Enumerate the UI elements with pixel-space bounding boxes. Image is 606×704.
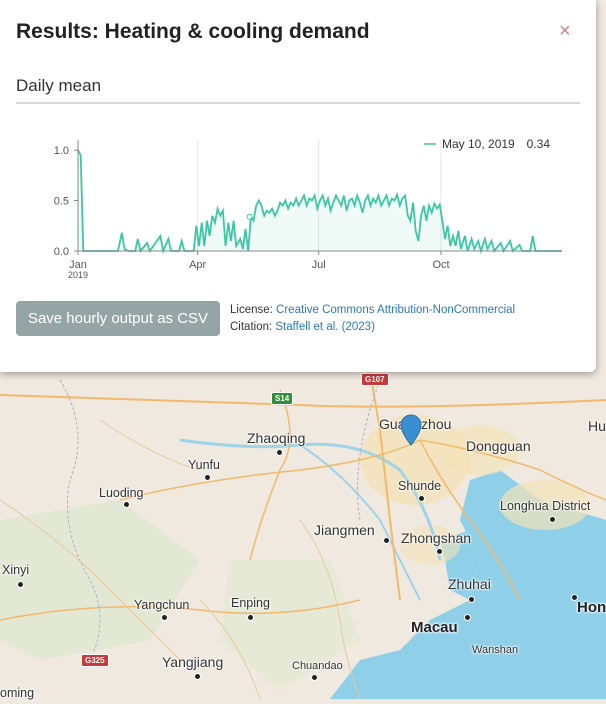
x-tick-label: Oct [432, 259, 449, 271]
city-dot [204, 474, 211, 481]
city-dot [276, 449, 283, 456]
y-tick-label: 0.0 [54, 246, 69, 258]
city-dot [17, 581, 24, 588]
city-dot [311, 674, 318, 681]
x-tick-label: Apr [189, 259, 206, 271]
road-shield-s14: S14 [271, 392, 294, 405]
map-label-xinyi: Xinyi [2, 563, 30, 577]
map-label-yunfu: Yunfu [188, 458, 220, 472]
license-link[interactable]: Creative Commons Attribution-NonCommerci… [276, 304, 515, 316]
map-label-luoding: Luoding [99, 486, 144, 500]
city-dot [194, 673, 201, 680]
select-underline [16, 102, 580, 104]
location-pin-icon[interactable] [399, 414, 423, 446]
license-label: License: [230, 304, 273, 316]
road-shield-g107: G107 [361, 373, 389, 386]
map-label-yangjiang: Yangjiang [162, 654, 224, 670]
demand-chart[interactable]: Jan Apr Jul Oct2019 0.00.51.0 May 10, 2019 … [0, 130, 596, 290]
map-label-yangchun: Yangchun [134, 598, 190, 612]
map-label-dongguan: Dongguan [466, 438, 531, 454]
map-label-zhuhai: Zhuhai [448, 576, 491, 592]
hover-marker [246, 213, 253, 220]
x-year-label: 2019 [68, 270, 88, 280]
map-label-enping: Enping [231, 596, 270, 610]
map-label-longhua-district: Longhua District [500, 499, 591, 513]
citation-label: Citation: [230, 321, 273, 333]
y-axis: 0.0 0.5 1.0 [54, 140, 79, 258]
city-dot [418, 495, 425, 502]
map-label-hong-kong: Hon [577, 599, 606, 616]
map-label-chuandao: Chuandao [292, 660, 343, 672]
map-label-zhaoqing: Zhaoqing [247, 430, 306, 446]
legend-value: 0.34 [527, 137, 551, 151]
road-shield-g325: G325 [81, 654, 109, 667]
save-csv-button[interactable]: Save hourly output as CSV [16, 301, 220, 336]
y-tick-label: 1.0 [54, 145, 69, 157]
city-dot [468, 596, 475, 603]
x-axis: Jan Apr Jul Oct2019 [68, 250, 562, 280]
license-block: License: Creative Commons Attribution-No… [230, 302, 515, 336]
map-label-shunde: Shunde [398, 479, 442, 493]
results-panel: Results: Heating & cooling demand × Dail… [0, 0, 596, 372]
map-label-zhongshan: Zhongshan [401, 530, 472, 546]
map-label-maoming: oming [0, 686, 35, 700]
city-dot [383, 537, 390, 544]
chart-legend: May 10, 2019 0.34 [424, 137, 550, 151]
view-mode-select[interactable]: Daily mean [16, 76, 101, 96]
city-dot [247, 614, 254, 621]
map-label-jiangmen: Jiangmen [314, 522, 375, 538]
legend-date: May 10, 2019 [442, 137, 515, 151]
city-dot [436, 548, 443, 555]
map-label-macau: Macau [411, 619, 458, 636]
panel-title: Results: Heating & cooling demand [16, 20, 370, 43]
city-dot [464, 614, 471, 621]
map-label-huizhou: Hu [588, 418, 606, 434]
citation-link[interactable]: Staffell et al. (2023) [275, 321, 375, 333]
map-label-wanshan: Wanshan [472, 644, 519, 656]
x-tick-label: Jul [312, 259, 326, 271]
city-dot [161, 614, 168, 621]
y-tick-label: 0.5 [54, 196, 69, 208]
city-dot [123, 501, 130, 508]
city-dot [549, 516, 556, 523]
close-icon[interactable]: × [559, 20, 571, 43]
